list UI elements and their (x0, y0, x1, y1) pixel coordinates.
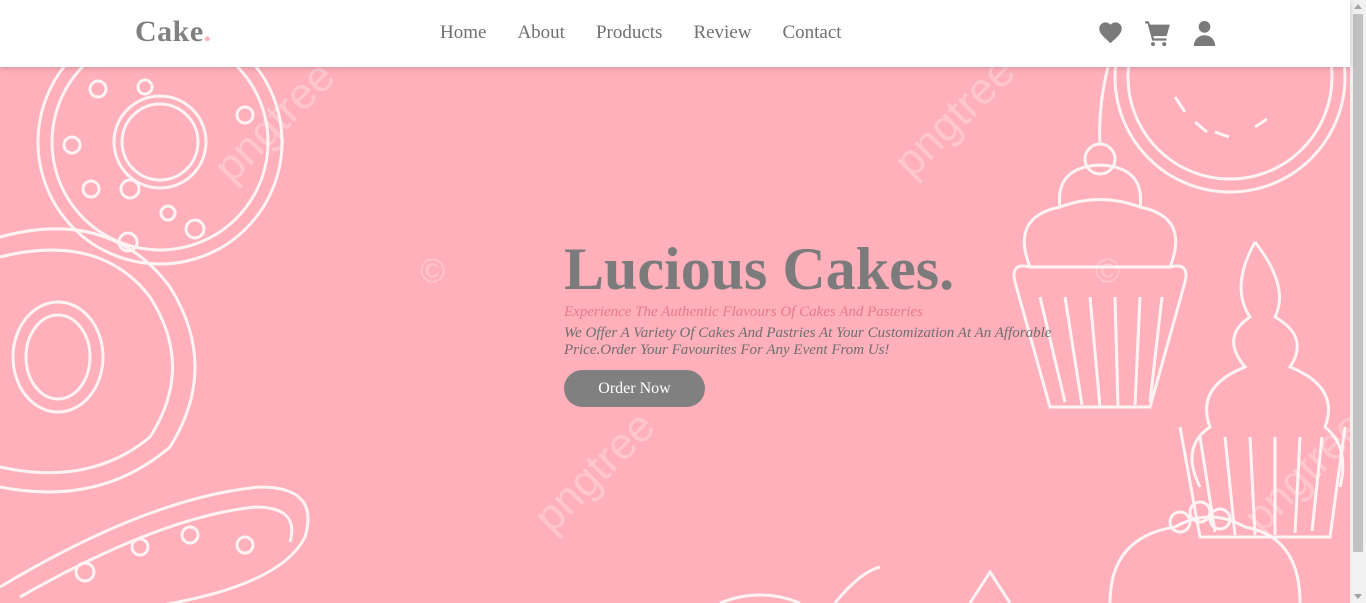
heart-icon[interactable] (1097, 19, 1124, 46)
hero-tagline: Experience The Authentic Flavours Of Cak… (564, 304, 923, 320)
nav-contact[interactable]: Contact (782, 22, 841, 44)
copyright-mark: © (420, 252, 446, 290)
nav-products[interactable]: Products (596, 22, 663, 44)
header-icons (1097, 19, 1218, 47)
order-now-button[interactable]: Order Now (564, 370, 705, 407)
hero-description: We Offer A Variety Of Cakes And Pastries… (564, 325, 1052, 358)
cart-icon[interactable] (1144, 19, 1171, 47)
copyright-mark: © (1095, 252, 1121, 290)
nav-home[interactable]: Home (440, 22, 486, 44)
user-icon[interactable] (1191, 19, 1218, 46)
scroll-up-arrow-icon[interactable] (1354, 4, 1362, 9)
logo-text: Cake (135, 15, 204, 48)
nav-review[interactable]: Review (693, 22, 751, 44)
nav-about[interactable]: About (517, 22, 565, 44)
hero-title: Lucious Cakes. (564, 236, 955, 302)
scroll-thumb[interactable] (1353, 14, 1363, 552)
main-nav: Home About Products Review Contact (440, 22, 873, 44)
logo-dot: . (203, 15, 212, 48)
scroll-down-arrow-icon[interactable] (1354, 594, 1362, 599)
hero-section: pngtree pngtree pngtree pngtree © © Luci… (0, 67, 1350, 603)
hero-content: Lucious Cakes. Experience The Authentic … (564, 237, 1084, 407)
logo[interactable]: Cake. (135, 15, 212, 49)
site-header: Cake. Home About Products Review Contact (0, 0, 1350, 67)
page-scrollbar[interactable] (1350, 0, 1366, 603)
